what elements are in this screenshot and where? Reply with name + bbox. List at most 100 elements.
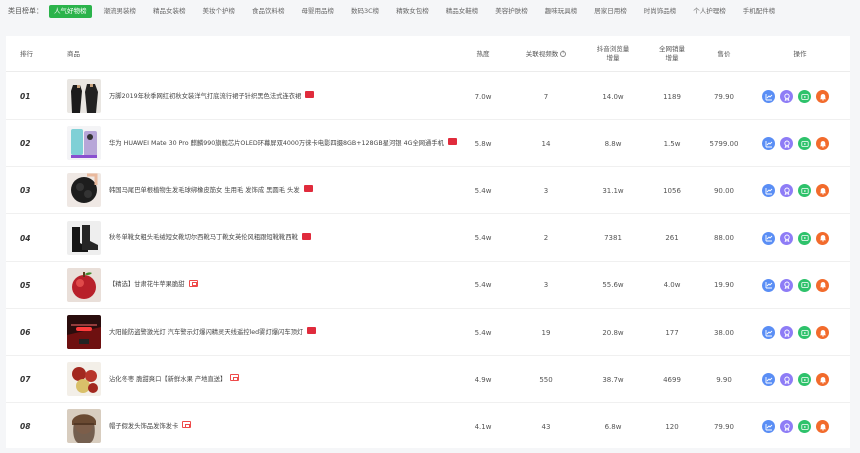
table-row[interactable]: 03 韩国马尾巴单根植物生发毛球绑橡皮筋女 生用毛 发饰成 黑圆毛 头发 5.4w 3… — [6, 167, 850, 215]
category-tab[interactable]: 数码3C榜 — [346, 5, 384, 18]
header-videos[interactable]: 关联视频数 ? — [516, 36, 576, 72]
product-title[interactable]: 韩国马尾巴单根植物生发毛球绑橡皮筋女 生用毛 发饰成 黑圆毛 头发 — [109, 187, 300, 194]
table-row[interactable]: 04 秋冬单靴女粗头毛绒短女靴切尔西靴马丁靴女英伦风粗跟短靴靴西靴 5.4w 2 738… — [6, 215, 850, 262]
product-thumbnail[interactable] — [67, 267, 101, 302]
alert-button[interactable] — [816, 90, 829, 103]
product-thumbnail[interactable] — [67, 409, 101, 444]
product-thumbnail[interactable] — [67, 79, 101, 113]
chart-button[interactable] — [762, 420, 775, 434]
video-icon — [800, 234, 809, 242]
video-button[interactable] — [798, 278, 811, 292]
category-tab[interactable]: 时尚饰品榜 — [639, 5, 682, 18]
chart-button[interactable] — [762, 278, 775, 292]
rank-button[interactable] — [780, 373, 793, 387]
rank-button[interactable] — [780, 278, 793, 292]
row-actions — [762, 215, 834, 262]
alert-button[interactable] — [816, 326, 829, 339]
category-tab[interactable]: 人气好物榜 — [49, 4, 92, 18]
product-thumbnail[interactable] — [67, 362, 101, 397]
rank-button[interactable] — [780, 231, 793, 245]
video-button[interactable] — [798, 90, 811, 103]
product-title[interactable]: 沾化冬枣 脆甜爽口【新鲜水果 产地直送】 — [109, 376, 226, 383]
product-thumbnail[interactable] — [67, 220, 101, 255]
alert-button[interactable] — [816, 184, 829, 198]
product-title[interactable]: 秋冬单靴女粗头毛绒短女靴切尔西靴马丁靴女英伦风粗跟短靴靴西靴 — [109, 234, 298, 241]
alert-button[interactable] — [816, 137, 829, 151]
category-tab[interactable]: 潮流男装榜 — [99, 5, 142, 18]
rank-button[interactable] — [780, 90, 793, 103]
rank-button[interactable] — [780, 420, 793, 434]
header-price: 售价 — [717, 49, 731, 58]
product-title[interactable]: 【精选】甘肃花牛苹果脆甜 — [109, 281, 185, 288]
category-tab[interactable]: 居家日用榜 — [589, 5, 632, 18]
category-tab[interactable]: 美容护肤榜 — [490, 5, 533, 18]
table-row[interactable]: 08 帽子假发头饰品发饰发卡 4.1w 43 6.8w 120 79.90 — [6, 403, 850, 448]
rank-button[interactable] — [780, 326, 793, 339]
sales-increment: 4.0w — [663, 281, 681, 290]
video-button[interactable] — [798, 373, 811, 387]
rank-icon — [783, 376, 791, 384]
category-tab[interactable]: 食品饮料榜 — [247, 5, 290, 18]
product-thumbnail[interactable] — [67, 173, 101, 208]
video-icon — [800, 281, 809, 289]
product-title-wrap: 万脚2019年秋季网红初秋女装洋气打底流行裙子针织黑色法式连衣裙 — [109, 91, 315, 102]
alert-icon — [819, 234, 827, 242]
header-videos-label: 关联视频数 — [525, 49, 559, 58]
product-title[interactable]: 帽子假发头饰品发饰发卡 — [109, 423, 178, 430]
product-title[interactable]: 大阳能防盗警激光灯 汽车警示灯爆闪精灵天线遥控led雾灯爆闪车顶灯 — [109, 329, 303, 336]
price: 38.00 — [713, 328, 735, 337]
views-increment: 14.0w — [602, 92, 624, 101]
chart-button[interactable] — [762, 373, 775, 387]
table-row[interactable]: 06 大阳能防盗警激光灯 汽车警示灯爆闪精灵天线遥控led雾灯爆闪车顶灯 5.4w 1… — [6, 309, 850, 356]
category-tab[interactable]: 母婴用品榜 — [297, 5, 340, 18]
rank-icon — [783, 140, 791, 148]
views-increment: 7381 — [604, 234, 622, 243]
category-tab[interactable]: 趣味玩具榜 — [540, 5, 583, 18]
video-button[interactable] — [798, 231, 811, 245]
rank-button[interactable] — [780, 137, 793, 151]
alert-button[interactable] — [816, 373, 829, 387]
heat-value: 5.4w — [474, 328, 492, 337]
header-heat: 热度 — [476, 49, 490, 58]
alert-button[interactable] — [816, 420, 829, 434]
rank-icon — [783, 93, 791, 101]
chart-button[interactable] — [762, 90, 775, 103]
category-tab[interactable]: 精品女鞋榜 — [441, 5, 484, 18]
help-icon[interactable]: ? — [560, 51, 567, 57]
ranking-table: 排行 商品 热度 关联视频数 ? 抖音浏览量 增量 全网销量 增量 售价 操作 … — [6, 36, 850, 448]
product-title-wrap: 沾化冬枣 脆甜爽口【新鲜水果 产地直送】 — [109, 374, 240, 385]
category-tab[interactable]: 美妆个护榜 — [198, 5, 241, 18]
product-title[interactable]: 万脚2019年秋季网红初秋女装洋气打底流行裙子针织黑色法式连衣裙 — [109, 93, 301, 100]
alert-button[interactable] — [816, 231, 829, 245]
price: 90.00 — [713, 186, 735, 195]
table-row[interactable]: 01 万脚2019年秋季网红初秋女装洋气打底流行裙子针织黑色法式连衣裙 7.0w 7 1… — [6, 73, 850, 120]
table-row[interactable]: 07 沾化冬枣 脆甜爽口【新鲜水果 产地直送】 4.9w 550 38.7w 4699 9.… — [6, 356, 850, 404]
product-title[interactable]: 华为 HUAWEI Mate 30 Pro 麒麟990旗舰芯片OLED环幕屏双4… — [109, 140, 444, 147]
product-title-cell: 华为 HUAWEI Mate 30 Pro 麒麟990旗舰芯片OLED环幕屏双4… — [109, 120, 459, 167]
table-row[interactable]: 05 【精选】甘肃花牛苹果脆甜 5.4w 3 55.6w 4.0w 19.90 — [6, 262, 850, 309]
video-count: 3 — [543, 186, 549, 195]
row-actions — [762, 120, 834, 167]
category-tab[interactable]: 精品女装榜 — [148, 5, 191, 18]
heat-value: 4.1w — [474, 422, 492, 431]
chart-button[interactable] — [762, 231, 775, 245]
chart-button[interactable] — [762, 137, 775, 151]
category-tab[interactable]: 手机配件榜 — [738, 5, 781, 18]
table-row[interactable]: 02 华为 HUAWEI Mate 30 Pro 麒麟990旗舰芯片OLED环幕屏… — [6, 120, 850, 168]
chart-button[interactable] — [762, 184, 775, 198]
video-count: 14 — [541, 139, 551, 148]
product-thumbnail[interactable] — [67, 126, 101, 161]
video-button[interactable] — [798, 184, 811, 198]
product-thumbnail[interactable] — [67, 315, 101, 349]
rank-button[interactable] — [780, 184, 793, 198]
video-button[interactable] — [798, 137, 811, 151]
product-title-wrap: 【精选】甘肃花牛苹果脆甜 — [109, 279, 198, 290]
alert-button[interactable] — [816, 278, 829, 292]
category-tab[interactable]: 个人护理榜 — [688, 5, 731, 18]
table-header: 排行 商品 热度 关联视频数 ? 抖音浏览量 增量 全网销量 增量 售价 操作 — [6, 36, 850, 72]
header-ops: 操作 — [793, 49, 807, 58]
chart-button[interactable] — [762, 326, 775, 339]
video-button[interactable] — [798, 326, 811, 339]
video-button[interactable] — [798, 420, 811, 434]
category-tab[interactable]: 精致女包榜 — [391, 5, 434, 18]
